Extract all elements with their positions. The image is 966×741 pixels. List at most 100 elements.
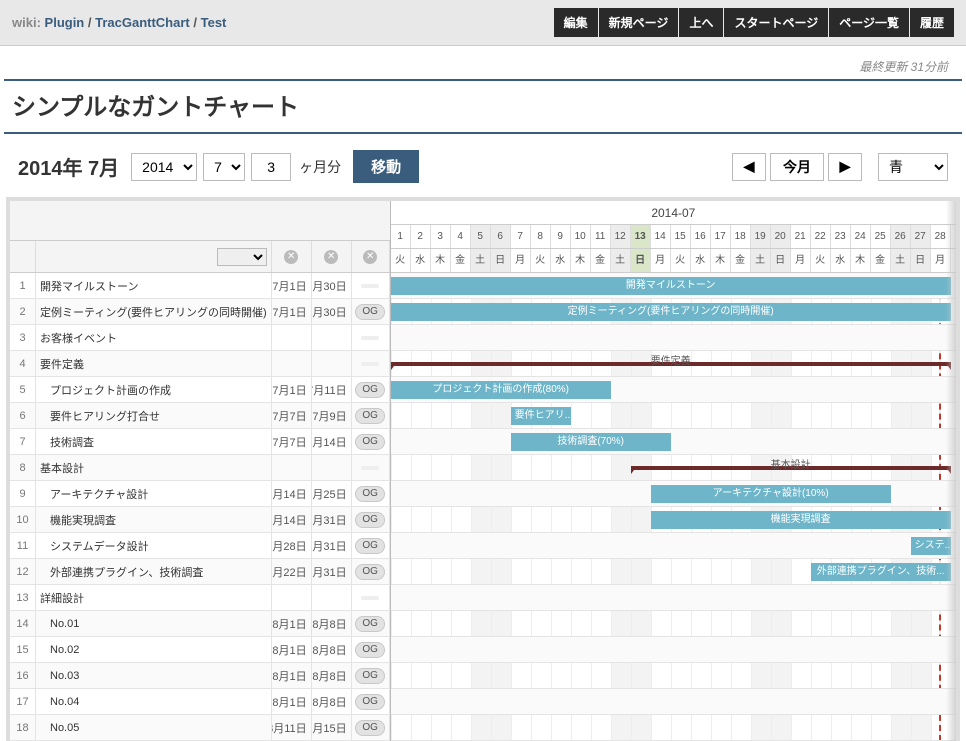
task-start: 7月1日	[272, 273, 312, 298]
task-end	[312, 585, 352, 610]
task-name: 詳細設計	[36, 585, 272, 610]
task-owner: OG	[352, 663, 390, 688]
timeline-row	[391, 689, 956, 715]
task-bar[interactable]: 機能実現調査	[651, 511, 951, 529]
color-select[interactable]: 青	[878, 153, 948, 181]
up-button[interactable]: 上へ	[679, 8, 723, 37]
task-number: 17	[10, 689, 36, 714]
task-number: 12	[10, 559, 36, 584]
task-owner: OG	[352, 377, 390, 402]
span-input[interactable]	[251, 153, 291, 181]
start-page-button[interactable]: スタートページ	[724, 8, 828, 37]
task-number: 13	[10, 585, 36, 610]
task-row[interactable]: 17No.048月1日8月8日OG	[10, 689, 390, 715]
task-number: 1	[10, 273, 36, 298]
task-start: 8月1日	[272, 637, 312, 662]
task-row[interactable]: 6要件ヒアリング打合せ7月7日7月9日OG	[10, 403, 390, 429]
task-row[interactable]: 9アーキテクチャ設計7月14日7月25日OG	[10, 481, 390, 507]
task-name: No.05	[36, 715, 272, 740]
timeline-row: 機能実現調査	[391, 507, 956, 533]
name-filter-select[interactable]	[217, 248, 267, 266]
task-name: 外部連携プラグイン、技術調査	[36, 559, 272, 584]
day-header-cell: 17	[711, 225, 731, 248]
weekday-header-cell: 日	[911, 249, 931, 272]
timeline-pane[interactable]: 2014-07 12345678910111213141516171819202…	[391, 201, 956, 741]
page-list-button[interactable]: ページ一覧	[829, 8, 909, 37]
task-bar[interactable]: プロジェクト計画の作成(80%)	[391, 381, 611, 399]
next-month-button[interactable]: ▶	[828, 153, 862, 181]
task-row[interactable]: 11システムデータ設計7月28日7月31日OG	[10, 533, 390, 559]
task-bar[interactable]: 外部連携プラグイン、技術...	[811, 563, 951, 581]
task-number: 11	[10, 533, 36, 558]
timeline-row	[391, 325, 956, 351]
task-row[interactable]: 2定例ミーティング(要件ヒアリングの同時開催)7月1日9月30日OG	[10, 299, 390, 325]
task-owner: OG	[352, 533, 390, 558]
task-end: 7月9日	[312, 403, 352, 428]
timeline-row: 要件定義	[391, 351, 956, 377]
task-row[interactable]: 4要件定義	[10, 351, 390, 377]
clear-start-icon[interactable]: ✕	[284, 250, 298, 264]
task-bar[interactable]: 定例ミーティング(要件ヒアリングの同時開催)	[391, 303, 951, 321]
timeline-row: アーキテクチャ設計(10%)	[391, 481, 956, 507]
task-end: 7月31日	[312, 533, 352, 558]
page-title: シンプルなガントチャート	[4, 79, 962, 134]
month-select[interactable]: 7	[203, 153, 245, 181]
task-start	[272, 455, 312, 480]
task-owner	[352, 325, 390, 350]
timeline-row	[391, 715, 956, 741]
today-button[interactable]: 今月	[770, 153, 824, 181]
weekday-header-cell: 日	[631, 249, 651, 272]
task-row[interactable]: 12外部連携プラグイン、技術調査7月22日7月31日OG	[10, 559, 390, 585]
task-end: 7月31日	[312, 507, 352, 532]
task-row[interactable]: 13詳細設計	[10, 585, 390, 611]
day-header-cell: 19	[751, 225, 771, 248]
task-bar[interactable]: システ...	[911, 537, 951, 555]
task-start: 8月1日	[272, 663, 312, 688]
task-row[interactable]: 10機能実現調査7月14日7月31日OG	[10, 507, 390, 533]
task-number: 10	[10, 507, 36, 532]
breadcrumb-link-tracganttchart[interactable]: TracGanttChart	[95, 15, 190, 30]
task-start	[272, 585, 312, 610]
weekday-header-cell: 土	[891, 249, 911, 272]
timeline-month-label: 2014-07	[391, 201, 956, 225]
task-end: 7月25日	[312, 481, 352, 506]
task-row[interactable]: 7技術調査7月7日7月14日OG	[10, 429, 390, 455]
year-select[interactable]: 2014	[131, 153, 197, 181]
task-name: No.01	[36, 611, 272, 636]
weekday-header-cell: 金	[871, 249, 891, 272]
timeline-row: 外部連携プラグイン、技術...	[391, 559, 956, 585]
task-name: アーキテクチャ設計	[36, 481, 272, 506]
breadcrumb-link-plugin[interactable]: Plugin	[45, 15, 85, 30]
task-owner: OG	[352, 299, 390, 324]
task-row[interactable]: 18No.058月11日8月15日OG	[10, 715, 390, 741]
task-bar[interactable]: 開発マイルストーン	[391, 277, 951, 295]
task-bar[interactable]: アーキテクチャ設計(10%)	[651, 485, 891, 503]
task-row[interactable]: 3お客様イベント	[10, 325, 390, 351]
task-row[interactable]: 14No.018月1日8月8日OG	[10, 611, 390, 637]
weekday-header-cell: 金	[591, 249, 611, 272]
task-owner: OG	[352, 481, 390, 506]
span-suffix: ヶ月分	[299, 157, 341, 177]
task-row[interactable]: 15No.028月1日8月8日OG	[10, 637, 390, 663]
task-row[interactable]: 1開発マイルストーン7月1日9月30日	[10, 273, 390, 299]
weekday-header-cell: 土	[471, 249, 491, 272]
prev-month-button[interactable]: ◀	[732, 153, 766, 181]
date-controls: 2014年 7月 2014 7 ヶ月分 移動 ◀ 今月 ▶ 青	[0, 146, 966, 197]
clear-owner-icon[interactable]: ✕	[363, 250, 377, 264]
new-page-button[interactable]: 新規ページ	[599, 8, 679, 37]
history-button[interactable]: 履歴	[910, 8, 954, 37]
task-row[interactable]: 5プロジェクト計画の作成7月1日7月11日OG	[10, 377, 390, 403]
task-name: システムデータ設計	[36, 533, 272, 558]
day-header-cell: 10	[571, 225, 591, 248]
weekday-header-cell: 金	[731, 249, 751, 272]
edit-button[interactable]: 編集	[554, 8, 598, 37]
go-button[interactable]: 移動	[353, 150, 419, 183]
task-bar[interactable]: 要件ヒアリ...	[511, 407, 571, 425]
task-row[interactable]: 8基本設計	[10, 455, 390, 481]
task-name: 要件ヒアリング打合せ	[36, 403, 272, 428]
task-start	[272, 351, 312, 376]
task-bar[interactable]: 技術調査(70%)	[511, 433, 671, 451]
task-row[interactable]: 16No.038月1日8月8日OG	[10, 663, 390, 689]
breadcrumb-link-test[interactable]: Test	[201, 15, 227, 30]
clear-end-icon[interactable]: ✕	[324, 250, 338, 264]
